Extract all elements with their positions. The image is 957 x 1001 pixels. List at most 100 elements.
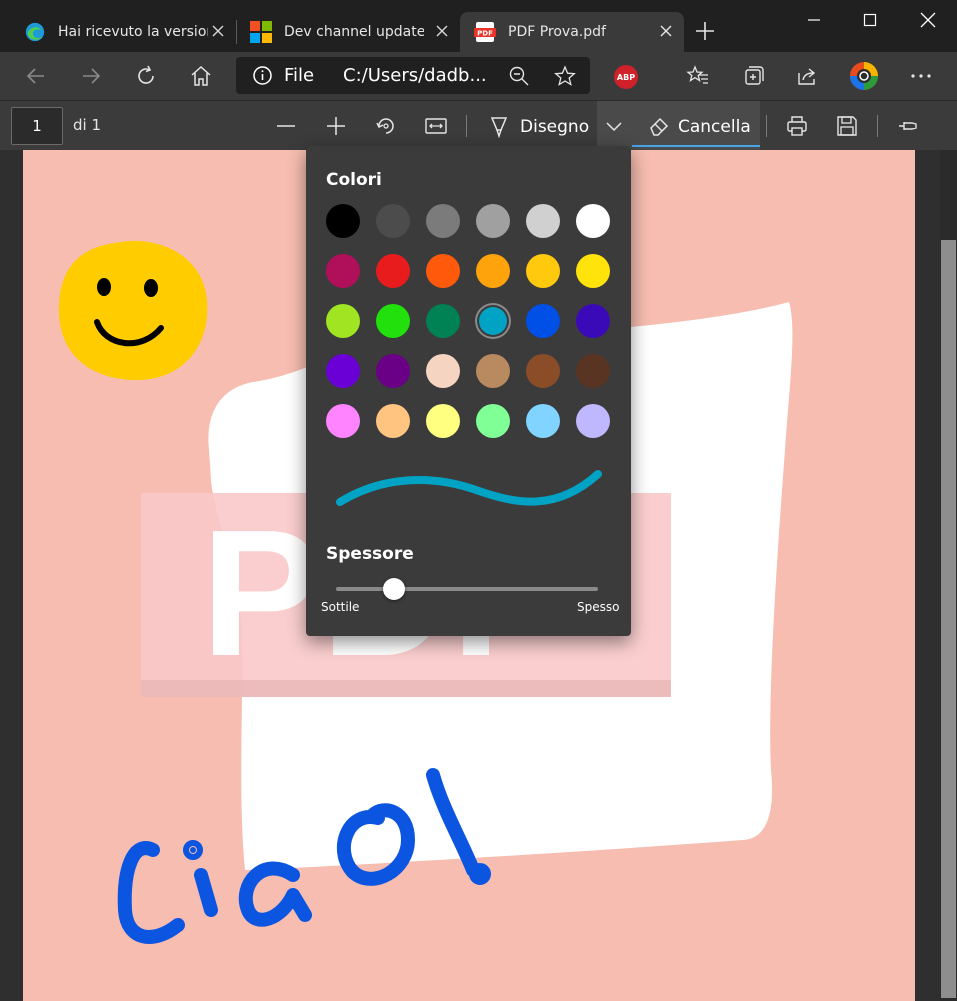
print-button[interactable] xyxy=(782,111,812,141)
color-swatch[interactable] xyxy=(526,204,560,238)
home-button[interactable] xyxy=(186,61,216,91)
star-icon[interactable] xyxy=(554,65,576,87)
close-icon[interactable] xyxy=(434,23,450,39)
tab-3-active[interactable]: PDF PDF Prova.pdf xyxy=(460,12,684,52)
color-swatch[interactable] xyxy=(526,404,560,438)
color-swatch[interactable] xyxy=(326,404,360,438)
color-swatch[interactable] xyxy=(376,304,410,338)
zoom-in-button[interactable] xyxy=(321,111,351,141)
tab-1[interactable]: Hai ricevuto la version xyxy=(10,12,236,52)
rotate-button[interactable] xyxy=(371,111,401,141)
fit-width-icon xyxy=(425,118,447,134)
eraser-icon xyxy=(650,117,669,136)
share-button[interactable] xyxy=(792,61,822,91)
color-swatch[interactable] xyxy=(576,254,610,288)
arrow-left-icon xyxy=(26,68,44,84)
color-swatch[interactable] xyxy=(326,354,360,388)
avatar-icon xyxy=(850,62,878,90)
smiley-face-drawing xyxy=(58,240,208,381)
color-swatch[interactable] xyxy=(479,307,507,335)
colors-title: Colori xyxy=(326,170,382,190)
edge-icon xyxy=(25,22,45,42)
color-swatch[interactable] xyxy=(326,254,360,288)
draw-tool-icon-wrap[interactable] xyxy=(484,111,514,141)
color-swatch[interactable] xyxy=(576,204,610,238)
navigation-bar: File C:/Users/dadb... ABP xyxy=(0,52,957,100)
color-swatch[interactable] xyxy=(476,404,510,438)
new-tab-icon[interactable] xyxy=(692,18,718,44)
zoom-out-icon[interactable] xyxy=(508,65,530,87)
refresh-icon xyxy=(138,65,154,84)
thickness-title: Spessore xyxy=(326,544,414,564)
rotate-icon xyxy=(376,118,394,134)
save-button[interactable] xyxy=(832,111,862,141)
tab-2[interactable]: Dev channel update t xyxy=(236,12,460,52)
erase-button[interactable]: Cancella xyxy=(632,101,760,151)
scrollbar-thumb[interactable] xyxy=(941,240,956,998)
favorites-icon xyxy=(686,65,708,84)
color-swatch[interactable] xyxy=(426,404,460,438)
close-window-button[interactable] xyxy=(904,0,952,40)
maximize-button[interactable] xyxy=(846,0,894,40)
thickness-slider-thumb[interactable] xyxy=(382,578,405,600)
close-icon[interactable] xyxy=(210,23,226,39)
collections-button[interactable] xyxy=(738,61,768,91)
color-swatch[interactable] xyxy=(326,204,360,238)
color-swatch[interactable] xyxy=(426,304,460,338)
tab-1-title: Hai ricevuto la version xyxy=(58,24,208,40)
color-swatch[interactable] xyxy=(426,354,460,388)
adblock-plus-icon[interactable]: ABP xyxy=(614,65,638,89)
color-swatch[interactable] xyxy=(376,404,410,438)
thin-label: Sottile xyxy=(321,600,360,614)
color-swatch[interactable] xyxy=(376,204,410,238)
save-icon xyxy=(837,116,857,136)
color-swatch[interactable] xyxy=(476,354,510,388)
close-icon[interactable] xyxy=(658,23,674,39)
home-icon xyxy=(191,65,211,86)
fit-page-button[interactable] xyxy=(421,111,451,141)
color-swatch[interactable] xyxy=(376,254,410,288)
pdf-icon: PDF xyxy=(474,22,496,42)
color-swatch[interactable] xyxy=(476,254,510,288)
microsoft-logo-icon xyxy=(250,21,272,43)
tab-2-title: Dev channel update t xyxy=(284,24,424,40)
color-swatch[interactable] xyxy=(426,254,460,288)
page-number-input[interactable]: 1 xyxy=(11,107,63,145)
color-swatch[interactable] xyxy=(576,404,610,438)
erase-button-label: Cancella xyxy=(678,117,751,137)
tab-strip: Hai ricevuto la version Dev channel upda… xyxy=(0,0,957,52)
color-swatch[interactable] xyxy=(376,354,410,388)
close-icon xyxy=(920,12,936,28)
toolbar-separator xyxy=(877,115,878,137)
color-swatch[interactable] xyxy=(576,354,610,388)
profile-avatar[interactable] xyxy=(849,61,879,91)
tab-3-title: PDF Prova.pdf xyxy=(508,24,606,40)
pin-icon xyxy=(899,122,917,130)
thickness-slider-track[interactable] xyxy=(336,587,598,591)
back-button[interactable] xyxy=(21,61,51,91)
draw-button-label[interactable]: Disegno xyxy=(520,117,589,137)
smiley-right-eye xyxy=(144,279,158,297)
share-icon xyxy=(798,68,816,85)
color-swatch[interactable] xyxy=(526,304,560,338)
color-swatch[interactable] xyxy=(526,354,560,388)
more-button[interactable] xyxy=(906,61,936,91)
draw-options-dropdown[interactable] xyxy=(597,101,632,151)
minimize-button[interactable] xyxy=(790,0,838,40)
stroke-preview xyxy=(336,470,602,506)
forward-button[interactable] xyxy=(76,61,106,91)
zoom-out-button[interactable] xyxy=(271,111,301,141)
color-swatch[interactable] xyxy=(326,304,360,338)
color-swatch[interactable] xyxy=(576,304,610,338)
favorites-button[interactable] xyxy=(683,61,713,91)
plus-icon xyxy=(327,117,345,135)
color-swatch[interactable] xyxy=(476,204,510,238)
color-swatch[interactable] xyxy=(426,204,460,238)
color-swatch[interactable] xyxy=(526,254,560,288)
refresh-button[interactable] xyxy=(131,61,161,91)
pin-toolbar-button[interactable] xyxy=(893,111,923,141)
url-text[interactable]: C:/Users/dadb... xyxy=(343,65,487,86)
info-icon[interactable] xyxy=(252,65,273,86)
address-bar[interactable]: File C:/Users/dadb... xyxy=(236,57,590,94)
vertical-scrollbar[interactable] xyxy=(940,150,957,1001)
